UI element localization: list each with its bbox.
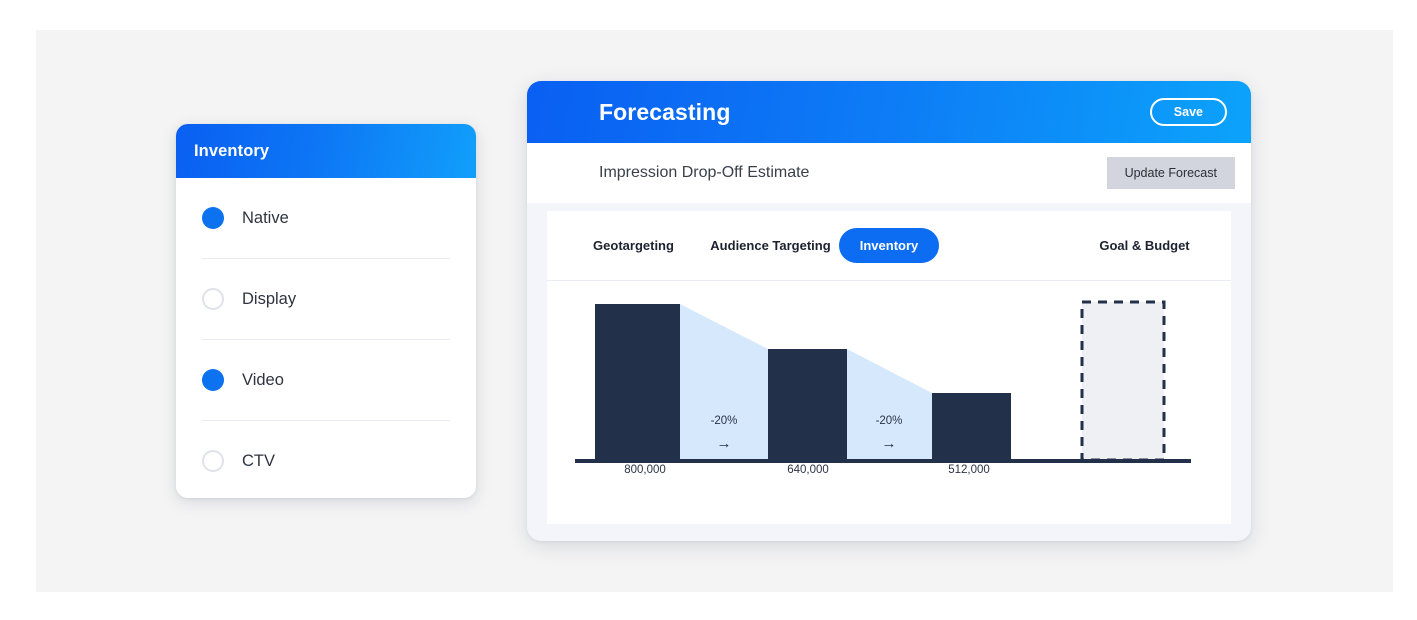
option-label-native: Native: [242, 208, 289, 227]
chart-axis-line: [575, 459, 1191, 463]
forecasting-header: Forecasting Save: [527, 81, 1251, 143]
dropoff-arrow-icon-1: →: [717, 435, 732, 452]
bar-512000: [932, 393, 1011, 460]
option-row-video[interactable]: Video: [202, 340, 450, 420]
radio-icon-display[interactable]: [202, 288, 224, 310]
option-row-display[interactable]: Display: [202, 259, 450, 339]
tab-inventory[interactable]: Inventory: [839, 228, 939, 263]
dropoff-annotation-1: -20%: [711, 415, 738, 427]
tab-geotargeting[interactable]: Geotargeting: [565, 239, 702, 252]
dropoff-chart-svg: -20% → -20% →: [575, 300, 1191, 463]
option-row-native[interactable]: Native: [202, 178, 450, 258]
forecasting-panel: Forecasting Save Impression Drop-Off Est…: [527, 81, 1251, 541]
inventory-options-list: Native Display Video CTV: [176, 178, 476, 498]
radio-icon-ctv[interactable]: [202, 450, 224, 472]
inventory-panel-header: Inventory: [176, 124, 476, 178]
save-button[interactable]: Save: [1149, 97, 1227, 127]
x-tick-label-3: 512,000: [948, 464, 990, 476]
subheader-title: Impression Drop-Off Estimate: [599, 164, 810, 181]
option-row-ctv[interactable]: CTV: [202, 421, 450, 498]
option-label-display: Display: [242, 289, 297, 308]
x-tick-label-1: 800,000: [624, 464, 666, 476]
bar-640000: [768, 349, 847, 460]
update-forecast-button[interactable]: Update Forecast: [1106, 156, 1235, 190]
screenshot-root: Inventory Native Display Video CTV Forec…: [0, 0, 1417, 620]
dropoff-annotation-2: -20%: [876, 415, 903, 427]
bar-800000: [595, 304, 680, 460]
tab-goal-and-budget[interactable]: Goal & Budget: [1076, 239, 1213, 252]
inventory-panel: Inventory Native Display Video CTV: [176, 124, 476, 498]
inventory-panel-title: Inventory: [194, 141, 270, 160]
placeholder-bar-dashed: [1080, 300, 1166, 462]
tab-bar: Geotargeting Audience Targeting Inventor…: [547, 211, 1231, 281]
radio-icon-video[interactable]: [202, 369, 224, 391]
forecasting-subheader: Impression Drop-Off Estimate Update Fore…: [527, 143, 1251, 203]
option-label-video: Video: [242, 370, 284, 389]
chart-card: Geotargeting Audience Targeting Inventor…: [547, 211, 1231, 524]
tab-audience-targeting[interactable]: Audience Targeting: [702, 239, 839, 252]
radio-icon-native[interactable]: [202, 207, 224, 229]
page-title: Forecasting: [599, 98, 731, 125]
dropoff-arrow-icon-2: →: [882, 435, 897, 452]
x-tick-label-2: 640,000: [787, 464, 829, 476]
dropoff-chart: -20% → -20% → 800,000 640,000 512,000: [547, 281, 1231, 523]
option-label-ctv: CTV: [242, 451, 275, 470]
